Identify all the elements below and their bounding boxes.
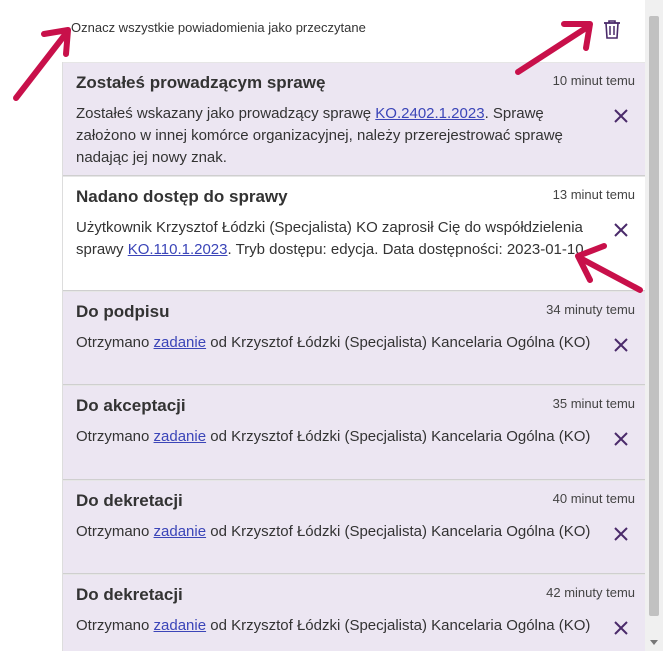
- notification-title: Zostałeś prowadzącym sprawę: [76, 73, 326, 92]
- notification-item[interactable]: Zostałeś prowadzącym sprawę 10 minut tem…: [63, 62, 645, 176]
- notification-time: 10 minut temu: [552, 73, 635, 88]
- task-link[interactable]: zadanie: [154, 428, 207, 445]
- notification-text: od Krzysztof Łódzki (Specjalista) Kancel…: [206, 523, 591, 540]
- notification-text: od Krzysztof Łódzki (Specjalista) Kancel…: [206, 428, 591, 445]
- notification-item[interactable]: Do akceptacji 35 minut temu Otrzymano za…: [63, 385, 645, 480]
- notification-text: Otrzymano: [76, 428, 154, 445]
- task-link[interactable]: zadanie: [154, 617, 207, 634]
- notification-text: od Krzysztof Łódzki (Specjalista) Kancel…: [206, 334, 591, 351]
- notification-item[interactable]: Nadano dostęp do sprawy 13 minut temu Uż…: [63, 176, 645, 291]
- notification-body: Otrzymano zadanie od Krzysztof Łódzki (S…: [76, 615, 596, 637]
- close-icon[interactable]: [614, 621, 628, 635]
- task-link[interactable]: zadanie: [154, 334, 207, 351]
- notification-text: Otrzymano: [76, 334, 154, 351]
- notification-title: Do podpisu: [76, 302, 170, 321]
- notification-list: Zostałeś prowadzącym sprawę 10 minut tem…: [62, 62, 646, 651]
- notification-time: 13 minut temu: [552, 187, 635, 202]
- notification-title: Do dekretacji: [76, 491, 183, 510]
- notification-item[interactable]: Do dekretacji 42 minuty temu Otrzymano z…: [63, 574, 645, 651]
- close-icon[interactable]: [614, 223, 628, 237]
- notification-item[interactable]: Do podpisu 34 minuty temu Otrzymano zada…: [63, 291, 645, 385]
- notification-time: 35 minut temu: [552, 396, 635, 411]
- notification-title: Do akceptacji: [76, 396, 186, 415]
- task-link[interactable]: zadanie: [154, 523, 207, 540]
- trash-icon[interactable]: [600, 17, 624, 41]
- notification-text: Zostałeś wskazany jako prowadzący sprawę: [76, 105, 376, 122]
- case-link[interactable]: KO.110.1.2023: [128, 241, 228, 258]
- mark-all-read-link[interactable]: Oznacz wszystkie powiadomienia jako prze…: [71, 20, 366, 35]
- notification-title: Nadano dostęp do sprawy: [76, 187, 288, 206]
- notification-text: Otrzymano: [76, 617, 154, 634]
- close-icon[interactable]: [614, 338, 628, 352]
- notification-body: Zostałeś wskazany jako prowadzący sprawę…: [76, 103, 596, 169]
- close-icon[interactable]: [614, 109, 628, 123]
- notification-text: . Tryb dostępu: edycja. Data dostępności…: [227, 241, 588, 258]
- notification-body: Otrzymano zadanie od Krzysztof Łódzki (S…: [76, 426, 596, 448]
- scrollbar-thumb[interactable]: [649, 16, 659, 616]
- notification-item[interactable]: Do dekretacji 40 minut temu Otrzymano za…: [63, 480, 645, 574]
- notification-body: Otrzymano zadanie od Krzysztof Łódzki (S…: [76, 332, 596, 354]
- notifications-panel: Oznacz wszystkie powiadomienia jako prze…: [0, 0, 663, 651]
- notification-text: od Krzysztof Łódzki (Specjalista) Kancel…: [206, 617, 591, 634]
- notification-body: Użytkownik Krzysztof Łódzki (Specjalista…: [76, 217, 596, 261]
- close-icon[interactable]: [614, 527, 628, 541]
- scroll-down-icon[interactable]: [650, 640, 658, 645]
- notification-time: 42 minuty temu: [546, 585, 635, 600]
- notification-text: Otrzymano: [76, 523, 154, 540]
- notification-time: 40 minut temu: [552, 491, 635, 506]
- notification-title: Do dekretacji: [76, 585, 183, 604]
- case-link[interactable]: KO.2402.1.2023: [375, 105, 484, 122]
- notification-body: Otrzymano zadanie od Krzysztof Łódzki (S…: [76, 521, 596, 543]
- notifications-header: Oznacz wszystkie powiadomienia jako prze…: [0, 0, 645, 62]
- close-icon[interactable]: [614, 432, 628, 446]
- notification-time: 34 minuty temu: [546, 302, 635, 317]
- scrollbar[interactable]: [645, 0, 663, 651]
